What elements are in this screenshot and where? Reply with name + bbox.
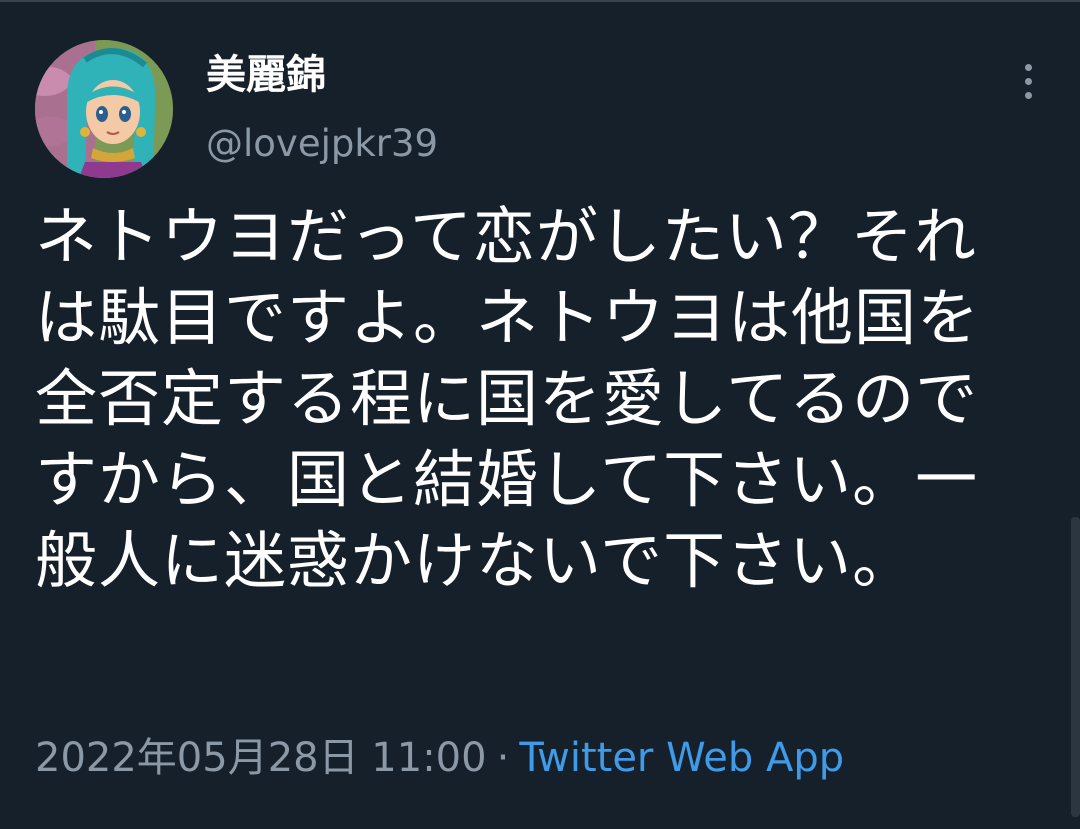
scrollbar[interactable] <box>1071 517 1080 817</box>
avatar-image <box>35 40 173 178</box>
more-vertical-icon <box>1024 91 1032 99</box>
more-options-button[interactable] <box>1010 58 1046 104</box>
more-vertical-icon <box>1024 63 1032 71</box>
timestamp[interactable]: 2022年05月28日 11:00 <box>35 735 487 781</box>
more-vertical-icon <box>1024 77 1032 85</box>
avatar[interactable] <box>35 40 173 178</box>
tweet-meta: 2022年05月28日 11:00 · Twitter Web App <box>35 732 844 784</box>
source-link[interactable]: Twitter Web App <box>519 735 844 781</box>
top-divider <box>0 0 1080 2</box>
meta-separator: · <box>496 735 510 781</box>
display-name[interactable]: 美麗錦 <box>206 50 326 100</box>
user-handle[interactable]: @lovejpkr39 <box>206 120 438 168</box>
tweet-text: ネトウヨだって恋がしたい？それは駄目ですよ。ネトウヨは他国を全否定する程に国を愛… <box>35 200 981 597</box>
